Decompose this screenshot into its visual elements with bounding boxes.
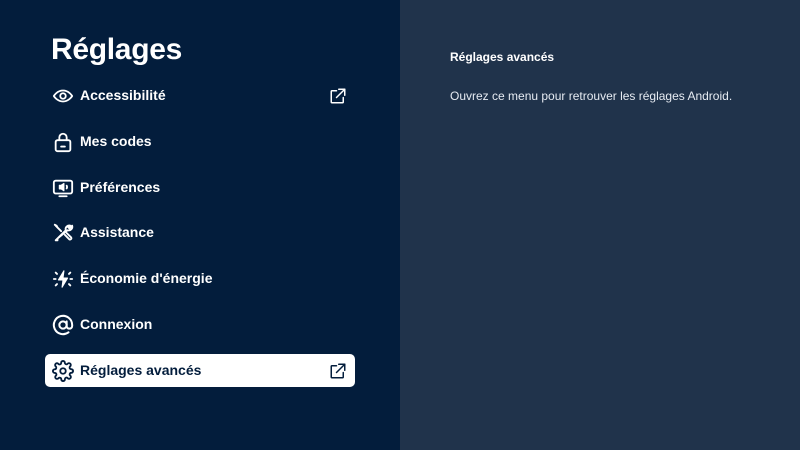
settings-menu-panel: Réglages Accessibilité Mes codes Préfére… [0, 0, 400, 450]
page-title: Réglages [51, 33, 182, 66]
at-icon [52, 314, 74, 336]
menu-item-economie-energie[interactable]: Économie d'énergie [45, 262, 355, 295]
menu-item-label: Assistance [80, 224, 154, 241]
settings-menu: Accessibilité Mes codes Préférences Assi… [45, 79, 355, 400]
menu-item-accessibilite[interactable]: Accessibilité [45, 79, 355, 112]
menu-item-preferences[interactable]: Préférences [45, 171, 355, 204]
menu-item-label: Préférences [80, 178, 161, 195]
energy-icon [52, 268, 74, 290]
menu-item-mes-codes[interactable]: Mes codes [45, 125, 355, 158]
tools-icon [52, 222, 74, 244]
external-link-icon [329, 87, 347, 105]
menu-item-label: Accessibilité [80, 87, 166, 103]
menu-item-label: Économie d'énergie [80, 270, 213, 287]
tv-sound-icon [52, 177, 74, 199]
detail-description: Ouvrez ce menu pour retrouver les réglag… [450, 89, 733, 103]
menu-item-connexion[interactable]: Connexion [45, 308, 355, 341]
external-link-icon [329, 362, 347, 380]
menu-item-label: Réglages avancés [80, 361, 202, 378]
detail-title: Réglages avancés [450, 50, 555, 64]
settings-screen: Réglages Accessibilité Mes codes Préfére… [0, 0, 800, 450]
lock-icon [52, 131, 74, 153]
menu-item-label: Mes codes [80, 132, 152, 149]
menu-item-assistance[interactable]: Assistance [45, 216, 355, 249]
eye-icon [52, 85, 74, 107]
menu-item-label: Connexion [80, 315, 153, 332]
menu-item-reglages-avances[interactable]: Réglages avancés [45, 353, 355, 387]
gear-icon [52, 359, 74, 382]
detail-panel: Réglages avancés Ouvrez ce menu pour ret… [400, 0, 800, 450]
